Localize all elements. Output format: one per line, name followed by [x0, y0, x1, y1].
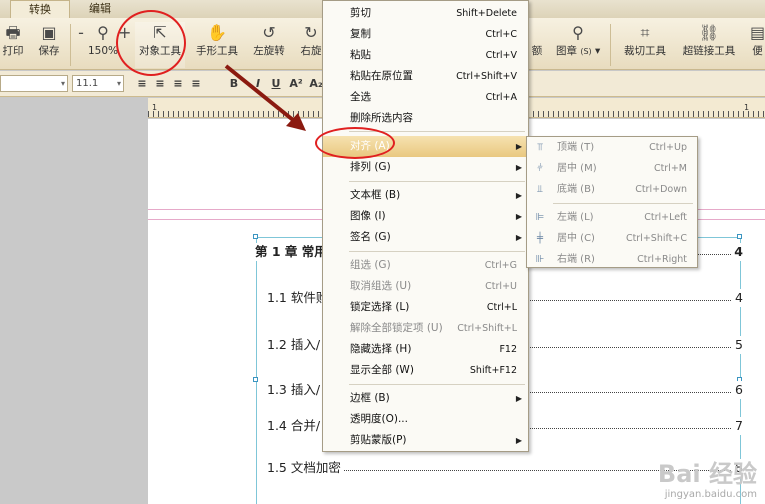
align-submenu: ⫪ 顶端 (T) Ctrl+Up ⫩ 居中 (M) Ctrl+M ⫫ 底端 (B) Ctrl… — [526, 136, 698, 268]
menu-item-ungroup[interactable]: 取消组选 (U) Ctrl+U — [323, 276, 528, 297]
menu-separator — [349, 384, 525, 385]
watermark-brand: Bai 经验 — [657, 460, 757, 488]
menu-item-show-all[interactable]: 显示全部 (W) Shift+F12 — [323, 360, 528, 381]
menu-item-arrange[interactable]: 排列 (G) ▶ — [323, 157, 528, 178]
annotation-circle — [116, 10, 186, 76]
submenu-arrow-icon: ▶ — [515, 212, 522, 221]
submenu-item-align-right[interactable]: ⊪ 右端 (R) Ctrl+Right — [527, 249, 697, 270]
menu-item-delete-selection[interactable]: 删除所选内容 — [323, 108, 528, 129]
align-right-icon: ⊪ — [535, 254, 545, 265]
submenu-item-align-center[interactable]: ╪ 居中 (C) Ctrl+Shift+C — [527, 228, 697, 249]
submenu-arrow-icon: ▶ — [515, 233, 522, 242]
annotation-circle — [315, 127, 395, 159]
menu-item-image[interactable]: 图像 (I) ▶ — [323, 206, 528, 227]
menu-item-paste-in-place[interactable]: 粘贴在原位置 Ctrl+Shift+V — [323, 66, 528, 87]
context-menu: 剪切 Shift+Delete 复制 Ctrl+C 粘贴 Ctrl+V 粘贴在原位置 C… — [322, 0, 529, 452]
align-top-icon: ⫪ — [537, 142, 543, 153]
align-left-icon: ⊫ — [535, 212, 545, 223]
menu-item-group[interactable]: 组选 (G) Ctrl+G — [323, 255, 528, 276]
submenu-arrow-icon: ▶ — [515, 142, 522, 151]
menu-item-hide-selection[interactable]: 隐藏选择 (H) F12 — [323, 339, 528, 360]
submenu-arrow-icon: ▶ — [515, 394, 522, 403]
submenu-item-align-left[interactable]: ⊫ 左端 (L) Ctrl+Left — [527, 207, 697, 228]
submenu-arrow-icon: ▶ — [515, 436, 522, 445]
submenu-arrow-icon: ▶ — [515, 191, 522, 200]
menu-item-clipping-mask[interactable]: 剪贴蒙版(P) ▶ — [323, 430, 528, 451]
align-center-icon: ╪ — [536, 233, 544, 244]
menu-item-unlock-all[interactable]: 解除全部锁定项 (U) Ctrl+Shift+L — [323, 318, 528, 339]
align-middle-icon: ⫩ — [537, 163, 543, 174]
menu-item-border[interactable]: 边框 (B) ▶ — [323, 388, 528, 409]
watermark: Bai 经验 jingyan.baidu.com — [658, 454, 757, 500]
menu-item-select-all[interactable]: 全选 Ctrl+A — [323, 87, 528, 108]
menu-item-cut[interactable]: 剪切 Shift+Delete — [323, 3, 528, 24]
submenu-item-align-middle[interactable]: ⫩ 居中 (M) Ctrl+M — [527, 158, 697, 179]
menu-item-copy[interactable]: 复制 Ctrl+C — [323, 24, 528, 45]
menu-item-text-box[interactable]: 文本框 (B) ▶ — [323, 185, 528, 206]
app-window: 转换 编辑 🖶 打印 ▣ 保存 - ⚲ 150% + ⇱ 对象工具 ✋ 手形工具 — [0, 0, 765, 504]
submenu-item-align-top[interactable]: ⫪ 顶端 (T) Ctrl+Up — [527, 137, 697, 158]
menu-item-lock-selection[interactable]: 锁定选择 (L) Ctrl+L — [323, 297, 528, 318]
watermark-url: jingyan.baidu.com — [664, 489, 757, 500]
submenu-item-align-bottom[interactable]: ⫫ 底端 (B) Ctrl+Down — [527, 179, 697, 200]
menu-item-signature[interactable]: 签名 (G) ▶ — [323, 227, 528, 248]
menu-item-paste[interactable]: 粘贴 Ctrl+V — [323, 45, 528, 66]
align-bottom-icon: ⫫ — [537, 184, 543, 195]
menu-separator — [349, 181, 525, 182]
submenu-arrow-icon: ▶ — [515, 163, 522, 172]
menu-separator — [553, 203, 693, 204]
menu-separator — [349, 251, 525, 252]
menu-item-opacity[interactable]: 透明度(O)... — [323, 409, 528, 430]
